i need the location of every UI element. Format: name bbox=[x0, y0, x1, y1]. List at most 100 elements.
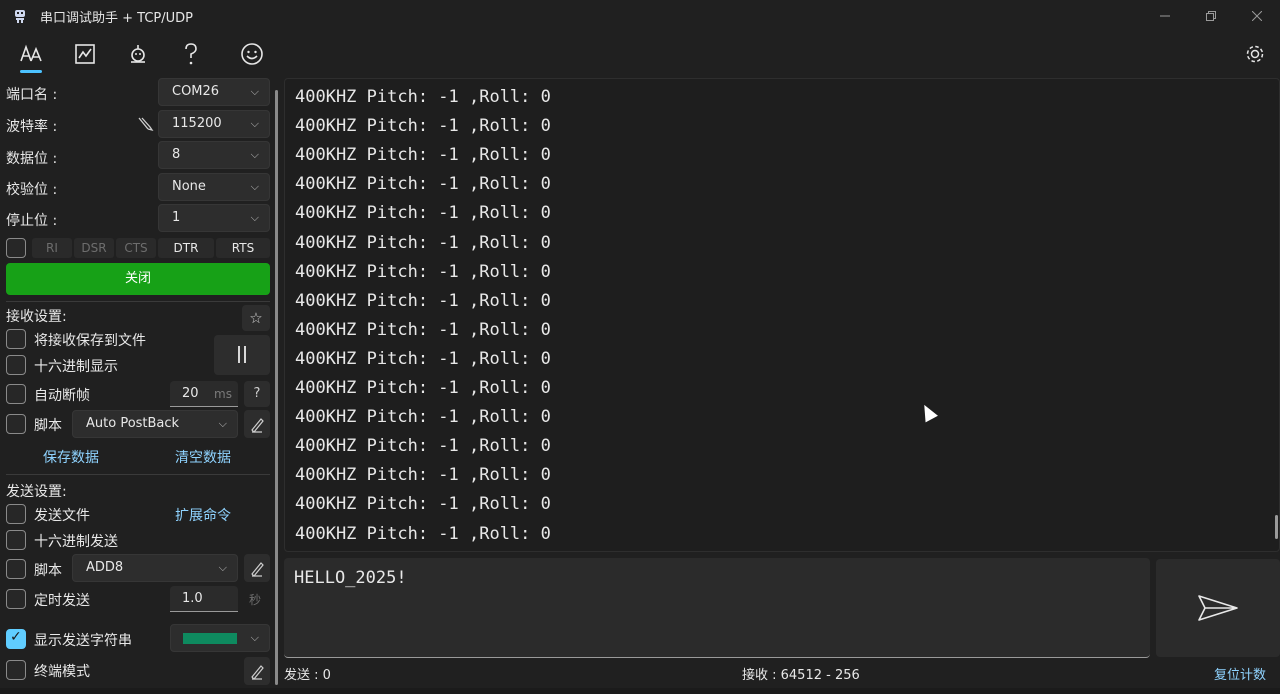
receive-script-checkbox[interactable] bbox=[6, 414, 26, 434]
title-bar: 串口调试助手 + TCP/UDP bbox=[0, 0, 1280, 32]
star-icon: ☆ bbox=[249, 309, 263, 327]
close-icon bbox=[1252, 11, 1262, 21]
close-port-button[interactable]: 关闭 bbox=[6, 263, 270, 295]
receive-line: 400KHZ Pitch: -1 ,Roll: 0 bbox=[295, 116, 551, 137]
question-icon: ? bbox=[253, 386, 261, 401]
extend-command-link[interactable]: 扩展命令 bbox=[175, 505, 231, 525]
show-send-label: 显示发送字符串 bbox=[34, 633, 132, 649]
left-scrollbar[interactable] bbox=[275, 90, 278, 685]
save-to-file-checkbox[interactable] bbox=[6, 329, 26, 349]
frame-ms-value: 20 bbox=[182, 386, 199, 401]
parity-select[interactable]: None ⌵ bbox=[158, 173, 270, 201]
emoji-icon[interactable] bbox=[238, 40, 266, 68]
hex-display-label: 十六进制显示 bbox=[34, 359, 118, 375]
restore-icon bbox=[1206, 11, 1216, 21]
parity-value: None bbox=[172, 179, 206, 194]
color-swatch bbox=[183, 633, 237, 644]
receive-line: 400KHZ Pitch: -1 ,Roll: 0 bbox=[295, 87, 551, 107]
terminal-edit-button[interactable] bbox=[244, 657, 270, 685]
receive-script-label: 脚本 bbox=[34, 418, 62, 434]
auto-frame-help-button[interactable]: ? bbox=[244, 381, 270, 407]
signal-rts-button[interactable]: RTS bbox=[216, 238, 270, 258]
baud-select[interactable]: 115200 ⌵ bbox=[158, 110, 270, 138]
interval-input[interactable]: 1.0 bbox=[170, 586, 238, 612]
interval-value: 1.0 bbox=[182, 591, 203, 606]
send-script-select[interactable]: ADD8 ⌵ bbox=[72, 554, 238, 582]
pen-icon bbox=[251, 418, 264, 433]
frame-ms-unit: ms bbox=[214, 387, 232, 401]
active-tab-indicator bbox=[20, 70, 42, 73]
receive-textarea[interactable]: 400KHZ Pitch: -1 ,Roll: 0 400KHZ Pitch: -… bbox=[284, 78, 1280, 552]
receive-settings-label: 接收设置: bbox=[6, 309, 67, 325]
hex-send-label: 十六进制发送 bbox=[34, 534, 118, 550]
receive-scrollbar[interactable] bbox=[1275, 515, 1278, 539]
divider bbox=[6, 474, 270, 475]
sent-count: 发送 : 0 bbox=[284, 668, 331, 683]
chevron-down-icon: ⌵ bbox=[218, 417, 227, 430]
terminal-mode-checkbox[interactable] bbox=[6, 660, 26, 680]
signal-ri: RI bbox=[32, 238, 72, 258]
receive-script-select[interactable]: Auto PostBack ⌵ bbox=[72, 410, 238, 438]
receive-line: 400KHZ Pitch: -1 ,Roll: 0 bbox=[295, 290, 551, 311]
pause-button[interactable] bbox=[214, 335, 270, 375]
minimize-icon bbox=[1160, 15, 1170, 17]
divider bbox=[6, 301, 270, 302]
favorite-star-button[interactable]: ☆ bbox=[242, 305, 270, 331]
hex-display-checkbox[interactable] bbox=[6, 355, 26, 375]
receive-line: 400KHZ Pitch: -1 ,Roll: 0 bbox=[295, 465, 551, 486]
hex-send-checkbox[interactable] bbox=[6, 530, 26, 550]
chart-icon[interactable] bbox=[71, 40, 99, 68]
flow-control-checkbox[interactable] bbox=[6, 238, 26, 258]
baud-edit-icon[interactable] bbox=[136, 114, 154, 136]
send-file-label: 发送文件 bbox=[34, 508, 90, 524]
send-input-text: HELLO_2025! bbox=[294, 568, 407, 588]
receive-line: 400KHZ Pitch: -1 ,Roll: 0 bbox=[295, 348, 551, 369]
timed-send-checkbox[interactable] bbox=[6, 589, 26, 609]
terminal-mode-label: 终端模式 bbox=[34, 664, 90, 680]
receive-line: 400KHZ Pitch: -1 ,Roll: 0 bbox=[295, 174, 551, 195]
receive-line: 400KHZ Pitch: -1 ,Roll: 0 bbox=[295, 378, 551, 398]
send-script-edit-button[interactable] bbox=[244, 554, 270, 582]
signal-cts: CTS bbox=[116, 238, 156, 258]
stopbits-select[interactable]: 1 ⌵ bbox=[158, 204, 270, 232]
receive-line: 400KHZ Pitch: -1 ,Roll: 0 bbox=[295, 436, 551, 457]
robot-tools-icon[interactable] bbox=[124, 40, 152, 68]
port-label: 端口名 : bbox=[6, 87, 58, 103]
show-send-checkbox[interactable] bbox=[6, 629, 26, 649]
maximize-button[interactable] bbox=[1188, 0, 1234, 32]
toolbar bbox=[0, 32, 1280, 74]
send-file-checkbox[interactable] bbox=[6, 504, 26, 524]
receive-script-edit-button[interactable] bbox=[244, 410, 270, 438]
settings-gear-icon[interactable] bbox=[1241, 40, 1269, 68]
pause-icon bbox=[238, 346, 246, 363]
stopbits-label: 停止位 : bbox=[6, 213, 58, 229]
send-color-select[interactable]: ⌵ bbox=[170, 624, 270, 652]
send-script-checkbox[interactable] bbox=[6, 559, 26, 579]
chevron-down-icon: ⌵ bbox=[250, 148, 259, 161]
port-select[interactable]: COM26 ⌵ bbox=[158, 78, 270, 106]
close-window-button[interactable] bbox=[1234, 0, 1280, 32]
received-count: 接收 : 64512 - 256 bbox=[742, 668, 860, 683]
pen-icon bbox=[251, 562, 264, 577]
databits-label: 数据位 : bbox=[6, 151, 58, 167]
databits-value: 8 bbox=[172, 147, 181, 162]
clear-data-link[interactable]: 清空数据 bbox=[175, 447, 231, 467]
baud-value: 115200 bbox=[172, 116, 222, 131]
text-mode-icon[interactable] bbox=[17, 40, 45, 68]
minimize-button[interactable] bbox=[1142, 0, 1188, 32]
receive-line: 400KHZ Pitch: -1 ,Roll: 0 bbox=[295, 261, 551, 282]
help-icon[interactable] bbox=[177, 40, 205, 68]
reset-count-link[interactable]: 复位计数 bbox=[1214, 664, 1266, 683]
auto-frame-label: 自动断帧 bbox=[34, 388, 90, 404]
auto-frame-checkbox[interactable] bbox=[6, 384, 26, 404]
save-data-link[interactable]: 保存数据 bbox=[43, 447, 99, 467]
chevron-down-icon: ⌵ bbox=[250, 631, 259, 644]
signal-dtr-button[interactable]: DTR bbox=[158, 238, 214, 258]
interval-unit: 秒 bbox=[249, 593, 262, 607]
receive-script-value: Auto PostBack bbox=[86, 416, 180, 431]
signal-dsr: DSR bbox=[74, 238, 114, 258]
send-button[interactable] bbox=[1156, 559, 1280, 657]
send-input[interactable]: HELLO_2025! bbox=[284, 558, 1150, 658]
databits-select[interactable]: 8 ⌵ bbox=[158, 141, 270, 169]
frame-ms-input[interactable]: 20 ms bbox=[170, 381, 238, 407]
